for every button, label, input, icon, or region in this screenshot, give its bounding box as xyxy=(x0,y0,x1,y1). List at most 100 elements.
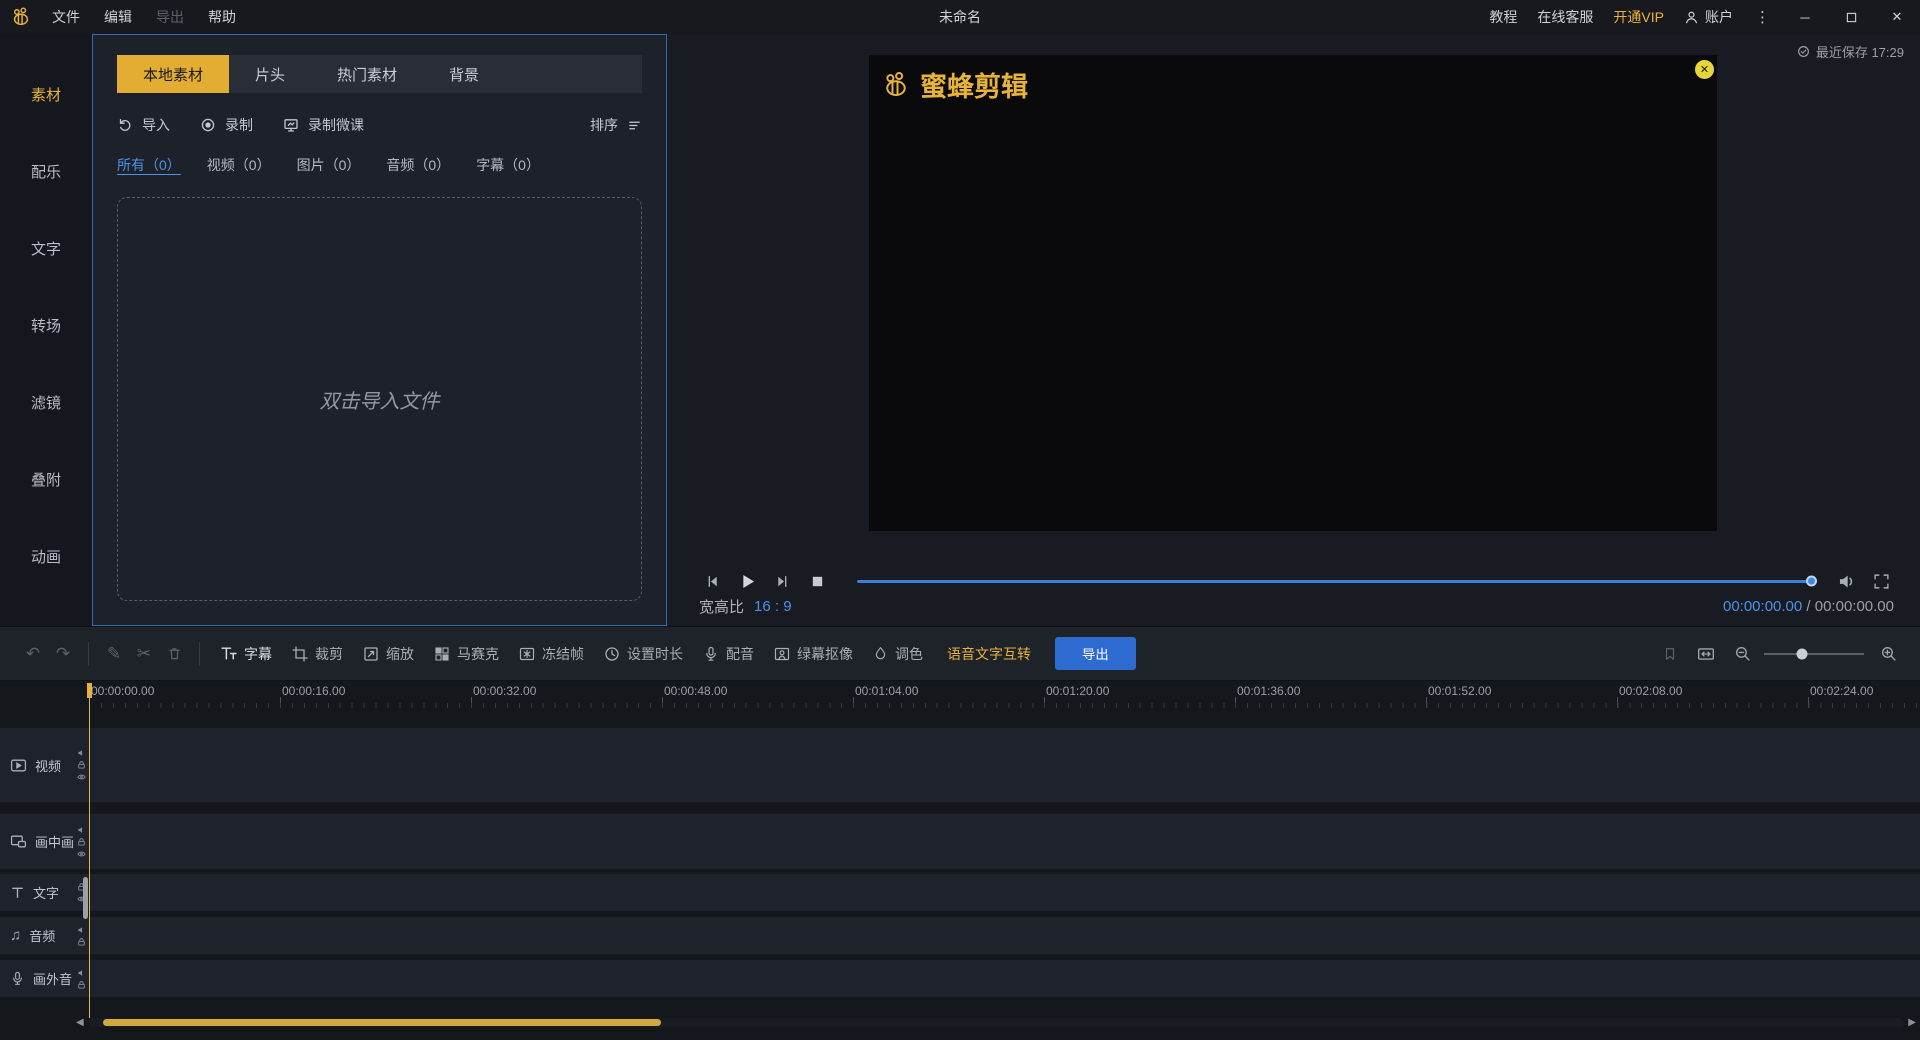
timeline-zoom-slider[interactable] xyxy=(1764,653,1864,655)
zoom-out-icon[interactable] xyxy=(1728,640,1756,668)
sidebar-item-animation[interactable]: 动画 xyxy=(0,518,92,595)
sort-button[interactable]: 排序 xyxy=(590,115,642,135)
track-video-lane[interactable] xyxy=(89,728,1920,802)
record-lesson-button[interactable]: 录制微课 xyxy=(283,115,364,135)
import-label: 导入 xyxy=(142,115,170,135)
timeline-zoom-handle[interactable] xyxy=(1797,648,1808,659)
undo-icon[interactable]: ↶ xyxy=(18,639,48,669)
mute-icon[interactable] xyxy=(77,925,86,934)
preview-panel: 最近保存 17:29 蜜蜂剪辑 ✕ xyxy=(667,34,1920,626)
play-button[interactable] xyxy=(734,568,760,594)
mute-icon[interactable] xyxy=(77,749,86,758)
sidebar-item-overlay[interactable]: 叠附 xyxy=(0,441,92,518)
menu-export[interactable]: 导出 xyxy=(156,7,184,27)
redo-icon[interactable]: ↷ xyxy=(48,639,78,669)
tool-freeze-frame[interactable]: 冻结帧 xyxy=(519,644,584,664)
edit-pencil-icon[interactable]: ✎ xyxy=(99,639,129,669)
track-text-lane[interactable] xyxy=(89,874,1920,911)
video-canvas: 蜜蜂剪辑 ✕ xyxy=(869,55,1717,531)
filter-subtitle[interactable]: 字幕（0） xyxy=(476,155,540,175)
import-dropzone[interactable]: 双击导入文件 xyxy=(117,197,642,601)
visibility-icon[interactable] xyxy=(77,773,86,782)
sort-label: 排序 xyxy=(590,115,618,135)
account-button[interactable]: 账户 xyxy=(1684,7,1733,27)
mute-icon[interactable] xyxy=(77,825,86,834)
import-button[interactable]: 导入 xyxy=(117,115,170,135)
mute-icon[interactable] xyxy=(77,968,86,977)
vip-button[interactable]: 开通VIP xyxy=(1613,7,1664,27)
filter-audio[interactable]: 音频（0） xyxy=(386,155,450,175)
scroll-right-arrow[interactable]: ▶ xyxy=(1908,1017,1916,1028)
tutorial-link[interactable]: 教程 xyxy=(1489,7,1517,27)
previous-frame-button[interactable] xyxy=(699,568,725,594)
close-button[interactable]: ✕ xyxy=(1884,6,1910,28)
support-link[interactable]: 在线客服 xyxy=(1537,7,1593,27)
maximize-button[interactable] xyxy=(1838,6,1864,28)
lock-icon[interactable] xyxy=(77,937,86,946)
toolbar-divider xyxy=(88,642,89,666)
fullscreen-icon[interactable] xyxy=(1868,568,1894,594)
fit-timeline-icon[interactable] xyxy=(1692,640,1720,668)
tool-mosaic[interactable]: 马赛克 xyxy=(434,644,499,664)
track-video-controls xyxy=(77,749,86,782)
track-audio-lane[interactable] xyxy=(89,917,1920,954)
video-track-icon xyxy=(10,757,27,774)
tool-crop[interactable]: 裁剪 xyxy=(292,644,343,664)
export-button[interactable]: 导出 xyxy=(1055,637,1136,670)
watermark-close-button[interactable]: ✕ xyxy=(1695,60,1714,79)
playhead[interactable] xyxy=(89,683,90,1018)
menu-help[interactable]: 帮助 xyxy=(208,7,236,27)
sidebar-item-music[interactable]: 配乐 xyxy=(0,133,92,210)
tool-color-grading[interactable]: 调色 xyxy=(873,644,923,664)
seek-handle[interactable] xyxy=(1806,576,1817,587)
zoom-in-icon[interactable] xyxy=(1874,640,1902,668)
filter-all[interactable]: 所有（0） xyxy=(117,155,181,175)
tool-zoom[interactable]: 缩放 xyxy=(363,644,414,664)
record-button[interactable]: 录制 xyxy=(200,115,253,135)
record-label: 录制 xyxy=(225,115,253,135)
stop-button[interactable] xyxy=(804,568,830,594)
aspect-ratio-value[interactable]: 16 : 9 xyxy=(754,598,792,615)
titlebar: 文件 编辑 导出 帮助 未命名 教程 在线客服 开通VIP 账户 ⋮ ─ xyxy=(0,0,1920,34)
tool-set-duration[interactable]: 设置时长 xyxy=(604,644,683,664)
timeline-horizontal-scrollbar[interactable] xyxy=(89,1018,1904,1027)
timeline-scrollbar-thumb[interactable] xyxy=(103,1019,661,1026)
sidebar-item-text[interactable]: 文字 xyxy=(0,210,92,287)
track-pip-header: 画中画 xyxy=(0,814,89,869)
mosaic-icon xyxy=(434,646,450,662)
track-voiceover: 画外音 xyxy=(0,960,1920,997)
tab-intro[interactable]: 片头 xyxy=(229,55,311,93)
tab-hot-material[interactable]: 热门素材 xyxy=(311,55,423,93)
sidebar-item-filter[interactable]: 滤镜 xyxy=(0,364,92,441)
split-scissors-icon[interactable]: ✂ xyxy=(129,639,159,669)
tab-local-material[interactable]: 本地素材 xyxy=(117,55,229,93)
marker-flag-icon[interactable] xyxy=(1656,640,1684,668)
tracks-vertical-scrollbar[interactable] xyxy=(83,877,88,919)
filter-video[interactable]: 视频（0） xyxy=(207,155,271,175)
track-label: 视频 xyxy=(35,756,61,775)
lock-icon[interactable] xyxy=(77,980,86,989)
track-pip-lane[interactable] xyxy=(89,814,1920,869)
tool-subtitle[interactable]: 字幕 xyxy=(220,644,272,664)
sidebar-item-material[interactable]: 素材 xyxy=(0,56,92,133)
material-filters: 所有（0） 视频（0） 图片（0） 音频（0） 字幕（0） xyxy=(117,155,642,175)
filter-image[interactable]: 图片（0） xyxy=(297,155,361,175)
minimize-button[interactable]: ─ xyxy=(1792,6,1818,28)
seek-bar[interactable] xyxy=(857,580,1815,583)
menu-file[interactable]: 文件 xyxy=(52,7,80,27)
delete-trash-icon[interactable] xyxy=(159,639,189,669)
sidebar-item-transition[interactable]: 转场 xyxy=(0,287,92,364)
tab-background[interactable]: 背景 xyxy=(423,55,505,93)
scroll-left-arrow[interactable]: ◀ xyxy=(76,1017,84,1028)
next-frame-button[interactable] xyxy=(769,568,795,594)
track-voiceover-lane[interactable] xyxy=(89,960,1920,997)
menu-edit[interactable]: 编辑 xyxy=(104,7,132,27)
lock-icon[interactable] xyxy=(77,837,86,846)
lock-icon[interactable] xyxy=(77,761,86,770)
visibility-icon[interactable] xyxy=(77,849,86,858)
speech-text-convert-button[interactable]: 语音文字互转 xyxy=(947,644,1031,664)
tool-dubbing[interactable]: 配音 xyxy=(703,644,754,664)
tool-chroma-key[interactable]: 绿幕抠像 xyxy=(774,644,853,664)
more-menu-icon[interactable]: ⋮ xyxy=(1753,8,1772,26)
volume-icon[interactable] xyxy=(1833,568,1859,594)
